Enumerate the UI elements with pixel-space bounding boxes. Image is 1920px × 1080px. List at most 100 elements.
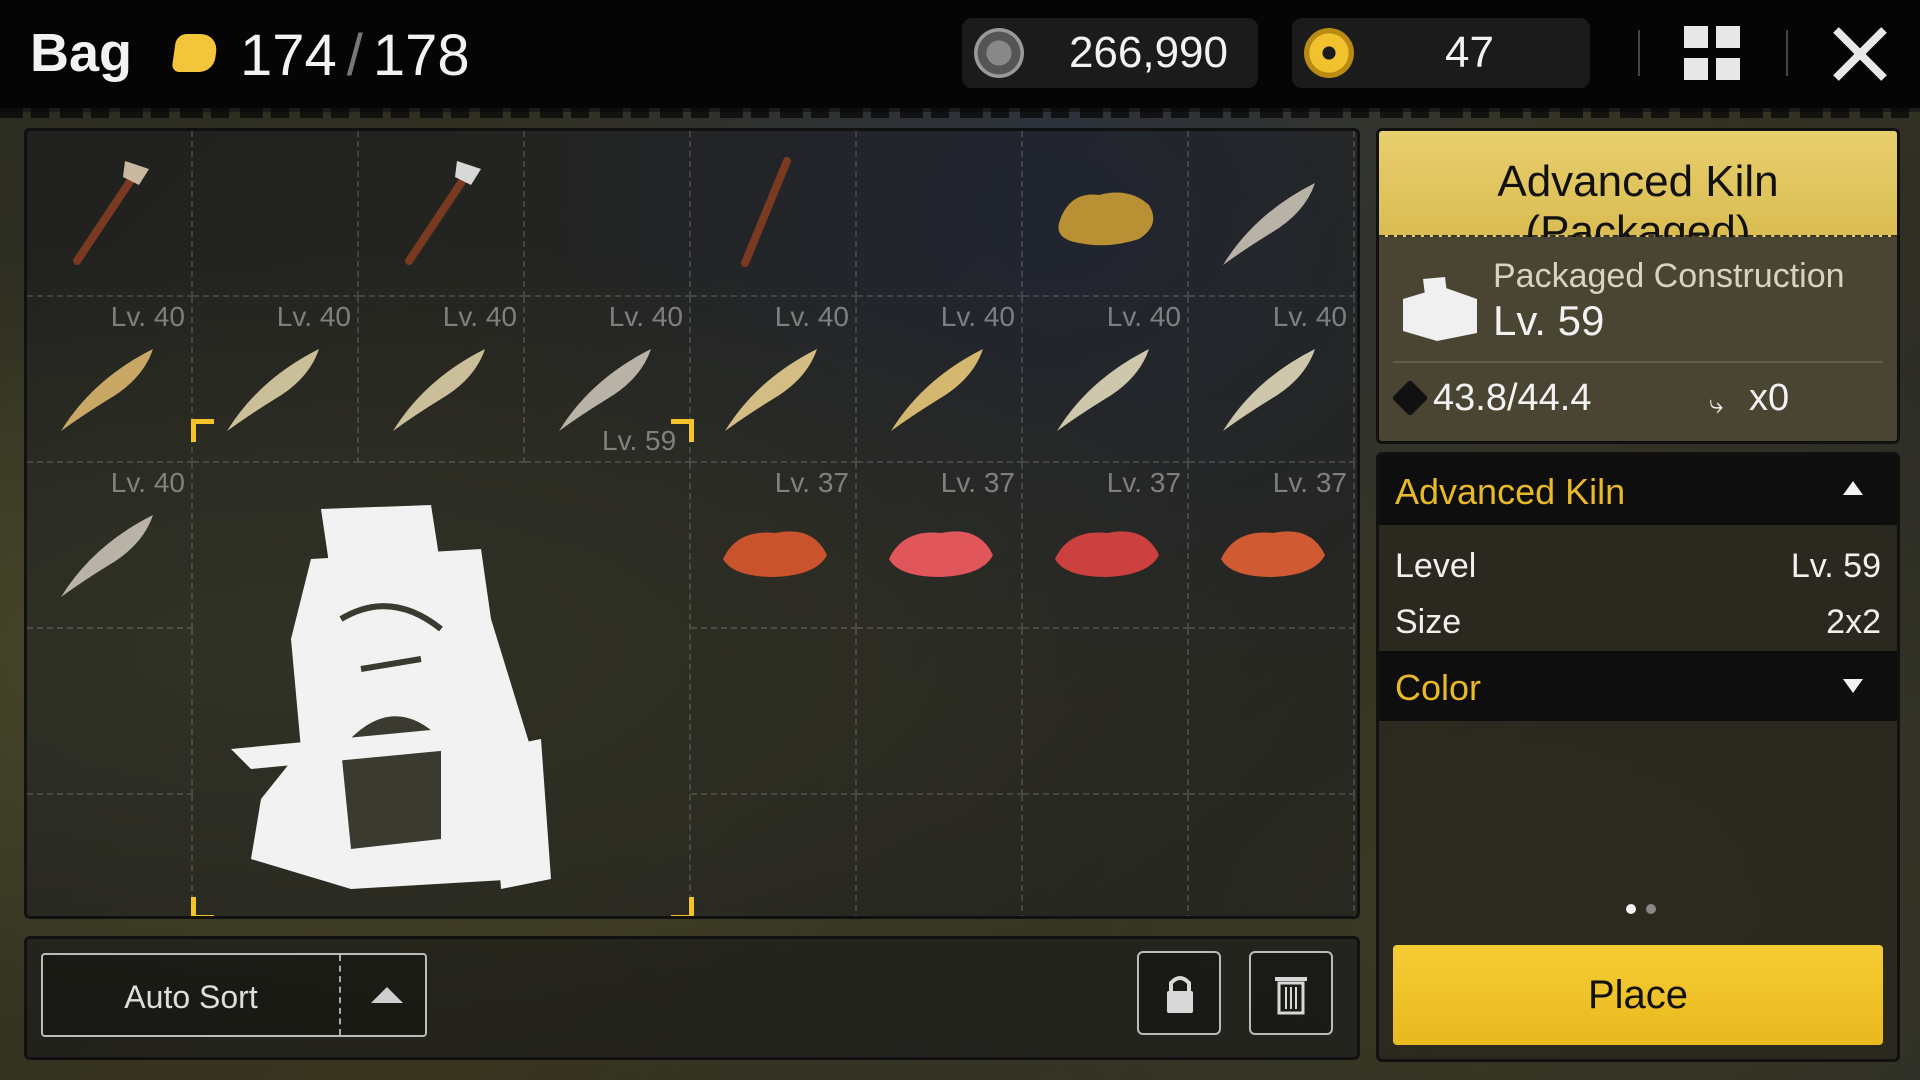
silver-currency: 266,990 xyxy=(962,18,1258,88)
gold-currency: 47 xyxy=(1292,18,1590,88)
property-key: Size xyxy=(1395,603,1462,641)
divider xyxy=(339,955,341,1035)
inventory-slot[interactable] xyxy=(857,795,1023,916)
inventory-slot[interactable] xyxy=(359,131,525,297)
item-weight: 43.8/44.4 xyxy=(1433,377,1592,419)
grid-icon xyxy=(1684,26,1708,48)
inventory-slot[interactable] xyxy=(525,131,691,297)
feather-icon xyxy=(1057,349,1149,431)
inventory-slot[interactable] xyxy=(193,131,359,297)
item-level: Lv. 40 xyxy=(940,301,1015,332)
bag-capacity: 174/178 xyxy=(240,22,470,89)
selection-corner xyxy=(191,419,214,442)
lock-icon xyxy=(1167,976,1193,1013)
meat-icon xyxy=(1221,531,1325,577)
packaged-kiln-icon xyxy=(1403,277,1477,341)
item-level: Lv. 37 xyxy=(940,467,1015,498)
item-detail-card: Advanced Kiln (Packaged) Packaged Constr… xyxy=(1376,128,1900,444)
inventory-slot[interactable]: Lv. 40 xyxy=(1189,297,1355,463)
item-level: Lv. 37 xyxy=(1106,467,1181,498)
inventory-slot[interactable] xyxy=(691,795,857,916)
inventory-slot[interactable] xyxy=(691,131,857,297)
place-button[interactable]: Place xyxy=(1393,945,1883,1045)
divider xyxy=(1393,361,1883,363)
inventory-slot[interactable]: Lv. 40 xyxy=(1023,297,1189,463)
feather-icon xyxy=(1223,349,1315,431)
capacity-max: 178 xyxy=(372,23,470,88)
ore-icon xyxy=(1058,192,1154,246)
item-level: Lv. 37 xyxy=(1272,467,1347,498)
item-level: Lv. 40 xyxy=(1272,301,1347,332)
stick-axe-icon xyxy=(73,161,149,265)
inventory-slot[interactable]: Lv. 40 xyxy=(27,463,193,629)
capacity-current: 174 xyxy=(240,23,337,88)
inventory-slot[interactable]: Lv. 40 xyxy=(27,297,193,463)
stick-axe-icon xyxy=(405,161,481,265)
inventory-slot[interactable]: Lv. 40 xyxy=(691,297,857,463)
inventory-slot[interactable]: Lv. 40 xyxy=(857,297,1023,463)
color-section-title: Color xyxy=(1395,667,1482,708)
delete-button[interactable] xyxy=(1249,951,1333,1035)
property-row: Size 2x2 xyxy=(1395,595,1881,645)
inventory-slot[interactable] xyxy=(27,629,193,795)
inventory-slot[interactable] xyxy=(1189,131,1355,297)
kiln-icon xyxy=(231,505,551,889)
close-button[interactable] xyxy=(1830,24,1890,84)
auto-sort-button[interactable]: Auto Sort xyxy=(41,953,427,1037)
selection-corner xyxy=(671,897,694,916)
item-count: x0 xyxy=(1749,377,1790,419)
lock-button[interactable] xyxy=(1137,951,1221,1035)
property-value: 2x2 xyxy=(1826,603,1881,641)
detail-body: Packaged Construction Lv. 59 43.8/44.4 ⤷… xyxy=(1379,237,1897,441)
page-dot[interactable] xyxy=(1646,904,1656,914)
inventory-slot[interactable] xyxy=(1189,629,1355,795)
place-label: Place xyxy=(1587,973,1689,1017)
inventory-slot[interactable]: Lv. 37 xyxy=(1023,463,1189,629)
gold-amount: 47 xyxy=(1445,28,1494,77)
weight-icon xyxy=(1391,379,1429,417)
inventory-slot[interactable] xyxy=(857,131,1023,297)
inventory-slot[interactable]: Lv. 37 xyxy=(1189,463,1355,629)
collapse-icon xyxy=(1843,481,1863,495)
item-level: Lv. 40 xyxy=(608,301,683,332)
inventory-slot[interactable] xyxy=(691,629,857,795)
top-bar: Bag 174/178 266,990 47 xyxy=(0,0,1920,118)
color-section-header[interactable]: Color xyxy=(1379,651,1897,721)
inventory-slot[interactable] xyxy=(1023,795,1189,916)
property-row: Level Lv. 59 xyxy=(1395,539,1881,589)
auto-sort-label: Auto Sort xyxy=(124,979,258,1015)
detail-header: Advanced Kiln (Packaged) xyxy=(1379,131,1897,256)
grid-view-button[interactable] xyxy=(1684,26,1742,82)
stick-icon xyxy=(741,157,791,267)
inventory-slot[interactable] xyxy=(1189,795,1355,916)
inventory-slot[interactable] xyxy=(1023,629,1189,795)
expand-icon xyxy=(1843,679,1863,693)
silver-amount: 266,990 xyxy=(1068,28,1228,77)
inventory-slot[interactable] xyxy=(857,629,1023,795)
grid-icon xyxy=(1684,58,1708,80)
item-type: Packaged Construction xyxy=(1493,257,1845,295)
property-value: Lv. 59 xyxy=(1790,547,1881,585)
info-section-header[interactable]: Advanced Kiln xyxy=(1379,455,1897,525)
info-section-title: Advanced Kiln xyxy=(1395,471,1626,512)
item-level: Lv. 40 xyxy=(276,301,351,332)
feather-icon xyxy=(61,515,153,597)
inventory-slot[interactable]: Lv. 37 xyxy=(857,463,1023,629)
feather-icon xyxy=(725,349,817,431)
sort-order-icon[interactable] xyxy=(371,987,403,1003)
inventory-slot[interactable] xyxy=(1023,131,1189,297)
feather-icon xyxy=(1223,183,1315,265)
item-level: Lv. 37 xyxy=(774,467,849,498)
inventory-slot[interactable]: Lv. 37 xyxy=(691,463,857,629)
inventory-slot[interactable] xyxy=(27,795,193,916)
feather-icon xyxy=(891,349,983,431)
page-dot[interactable] xyxy=(1626,904,1636,914)
meat-icon xyxy=(889,531,993,577)
meat-icon xyxy=(723,531,827,577)
page-indicator xyxy=(1621,901,1661,919)
inventory-slot[interactable] xyxy=(27,131,193,297)
item-level: Lv. 40 xyxy=(1106,301,1181,332)
bag-capacity-icon xyxy=(171,34,219,72)
trash-icon xyxy=(1275,977,1307,1015)
inventory-toolbar: Auto Sort xyxy=(24,936,1360,1060)
